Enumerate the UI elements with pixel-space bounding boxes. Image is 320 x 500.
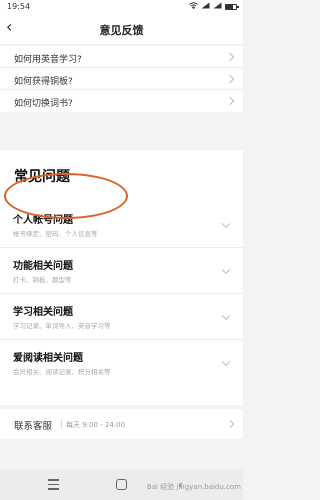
category-subtitle: 打卡、铜板、题型等 <box>13 276 72 284</box>
navigation-bar: ‹ 意见反馈 <box>0 14 243 44</box>
category-subtitle: 帐号绑定、密码、个人信息等 <box>13 230 98 238</box>
category-subtitle: 会员相关、阅读记录、积分相关等 <box>13 368 111 376</box>
chevron-right-icon <box>225 52 235 61</box>
faq-item-label: 如何获得铜板? <box>14 77 73 87</box>
sim-signal-icon <box>213 2 222 11</box>
wifi-icon <box>189 2 198 11</box>
sim-signal-icon <box>201 2 210 11</box>
watermark-text: Bai 经验 jingyan.baidu.com <box>146 483 241 491</box>
faq-item[interactable]: 如何用英音学习? <box>0 46 243 68</box>
divider <box>61 419 62 429</box>
faq-item-label: 如何用英音学习? <box>14 55 82 65</box>
status-bar: 19:54 <box>0 0 243 14</box>
faq-list: 如何用英音学习? 如何获得铜板? 如何切换词书? <box>0 46 243 112</box>
category-features[interactable]: 功能相关问题 打卡、铜板、题型等 <box>0 248 243 294</box>
page-title: 意见反馈 <box>99 24 144 37</box>
chevron-right-icon <box>225 96 235 106</box>
chevron-down-icon <box>221 357 231 367</box>
faq-item[interactable]: 如何切换词书? <box>0 90 243 112</box>
chevron-down-icon <box>221 265 231 274</box>
contact-service-row[interactable]: 联系客服 每天 9:00 - 24:00 <box>0 409 243 439</box>
category-title: 个人帐号问题 <box>13 215 73 226</box>
home-icon[interactable] <box>116 479 127 490</box>
category-title: 爱阅读相关问题 <box>13 353 83 364</box>
faq-item-label: 如何切换词书? <box>14 99 73 109</box>
faq-item[interactable]: 如何获得铜板? <box>0 68 243 90</box>
system-icons <box>189 2 239 11</box>
category-title: 功能相关问题 <box>13 261 73 272</box>
common-questions-section: 常见问题 个人帐号问题 帐号绑定、密码、个人信息等 功能相关问题 打卡、铜板、题… <box>0 150 243 405</box>
category-learning[interactable]: 学习相关问题 学习记录、单词导入、英音学习等 <box>0 294 243 340</box>
chevron-down-icon <box>221 219 231 228</box>
chevron-right-icon <box>225 74 235 83</box>
category-reading[interactable]: 爱阅读相关问题 会员相关、阅读记录、积分相关等 <box>0 340 243 386</box>
status-time: 19:54 <box>7 2 31 11</box>
chevron-down-icon <box>221 311 231 320</box>
menu-icon[interactable] <box>48 479 60 491</box>
category-account[interactable]: 个人帐号问题 帐号绑定、密码、个人信息等 <box>0 202 243 248</box>
category-subtitle: 学习记录、单词导入、英音学习等 <box>13 322 111 330</box>
category-title: 学习相关问题 <box>13 307 73 318</box>
contact-service-label: 联系客服 <box>14 421 53 432</box>
chevron-right-icon <box>225 419 235 429</box>
section-heading: 常见问题 <box>14 169 70 185</box>
battery-icon <box>225 3 239 10</box>
service-hours: 每天 9:00 - 24:00 <box>66 421 126 429</box>
